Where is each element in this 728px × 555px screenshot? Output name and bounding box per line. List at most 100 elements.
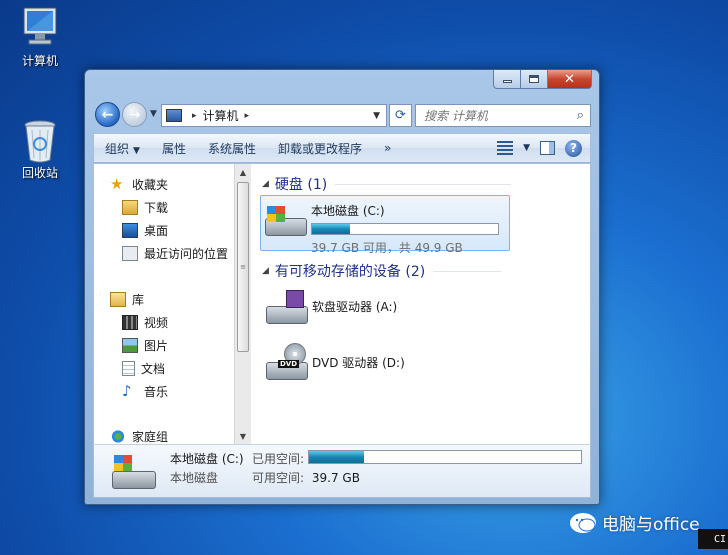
nav-pane-scrollbar[interactable]: ▲ ≡ ▼: [234, 164, 251, 444]
close-icon: ✕: [564, 71, 575, 87]
back-button[interactable]: ←: [95, 102, 120, 127]
drive-c-tile[interactable]: 本地磁盘 (C:) 39.7 GB 可用，共 49.9 GB: [260, 195, 510, 255]
drive-name: 软盘驱动器 (A:): [312, 300, 398, 314]
forward-button[interactable]: →: [122, 102, 147, 127]
forward-arrow-icon: →: [128, 106, 141, 123]
search-box[interactable]: ⌕: [415, 104, 591, 127]
nav-item-videos[interactable]: 视频: [122, 312, 168, 332]
uninstall-program-button[interactable]: 卸载或更改程序: [267, 140, 373, 157]
nav-item-music[interactable]: ♪ 音乐: [122, 381, 168, 401]
details-free-label: 可用空间: 39.7 GB: [252, 469, 360, 486]
chevron-down-icon: ▼: [133, 145, 140, 156]
computer-icon: [20, 6, 60, 50]
drive-name: DVD 驱动器 (D:): [312, 356, 405, 370]
breadcrumb-separator[interactable]: ▸: [192, 111, 197, 121]
properties-label: 属性: [161, 141, 186, 156]
refresh-button[interactable]: ⟳: [389, 104, 412, 127]
details-free-value: 39.7 GB: [311, 471, 360, 485]
drive-capacity-fill: [312, 224, 350, 234]
nav-item-desktop[interactable]: 桌面: [122, 220, 168, 240]
details-free-label-text: 可用空间:: [252, 471, 305, 485]
recent-pages-dropdown[interactable]: ▼: [150, 109, 157, 119]
nav-item-recent-places[interactable]: 最近访问的位置: [122, 243, 228, 263]
nav-item-homegroup[interactable]: 家庭组: [110, 426, 168, 444]
group-divider: [335, 183, 512, 185]
uninstall-program-label: 卸载或更改程序: [277, 141, 362, 156]
group-header-removable[interactable]: ◢ 有可移动存储的设备 (2): [262, 261, 502, 281]
address-dropdown-icon[interactable]: ▼: [373, 111, 380, 121]
search-input[interactable]: [424, 108, 577, 123]
chevron-down-icon: ▼: [150, 109, 157, 119]
nav-item-libraries[interactable]: 库: [110, 289, 144, 309]
change-view-icon[interactable]: [497, 141, 514, 155]
nav-item-label: 最近访问的位置: [144, 246, 229, 261]
back-arrow-icon: ←: [101, 106, 114, 123]
libraries-folder-icon: [110, 291, 126, 307]
minimize-icon: [502, 80, 512, 83]
recycle-bin-icon: [20, 118, 60, 163]
watermark: 电脑与office: [570, 510, 700, 535]
organize-menu[interactable]: 组织 ▼: [94, 140, 151, 157]
details-drive-name: 本地磁盘 (C:): [170, 452, 244, 466]
address-row: ← → ▼ ▸ 计算机 ▸ ▼ ⟳ ⌕: [93, 101, 591, 129]
desktop-icon-computer[interactable]: 计算机: [10, 6, 70, 69]
document-icon: [122, 360, 135, 376]
nav-item-pictures[interactable]: 图片: [122, 335, 168, 355]
scrollbar-thumb[interactable]: ≡: [237, 182, 249, 352]
music-note-icon: ♪: [122, 381, 132, 400]
scroll-up-icon[interactable]: ▲: [235, 164, 251, 180]
dvd-drive-icon: DVD: [262, 340, 312, 384]
breadcrumb-computer[interactable]: 计算机: [203, 107, 239, 124]
close-button[interactable]: ✕: [548, 70, 592, 89]
desktop-icon: [122, 222, 138, 238]
nav-item-label: 下载: [144, 200, 169, 215]
windows-logo-icon: [267, 206, 285, 222]
floppy-drive-icon: [262, 284, 312, 328]
recent-places-icon: [122, 245, 138, 261]
address-bar[interactable]: ▸ 计算机 ▸ ▼: [161, 104, 387, 127]
caption-buttons: ✕: [493, 70, 592, 89]
details-pane: 本地磁盘 (C:) 本地磁盘 已用空间: 可用空间: 39.7 GB: [93, 444, 591, 498]
nav-item-label: 库: [132, 292, 145, 307]
nav-item-label: 家庭组: [132, 429, 169, 444]
drive-d-tile[interactable]: DVD DVD 驱动器 (D:): [262, 340, 462, 388]
content-area: ★ 收藏夹 下载 桌面 最近访问的位置 库 视频 图片 文档 ♪ 音乐 家庭组 …: [93, 164, 591, 444]
nav-item-favorites[interactable]: ★ 收藏夹: [110, 174, 168, 194]
breadcrumb-separator[interactable]: ▸: [245, 111, 250, 121]
explorer-window: ✕ ← → ▼ ▸ 计算机 ▸ ▼ ⟳ ⌕ 组织▼: [84, 69, 600, 505]
properties-button[interactable]: 属性: [151, 140, 197, 157]
scroll-down-icon[interactable]: ▼: [235, 428, 251, 444]
nav-item-label: 文档: [141, 361, 166, 376]
collapse-triangle-icon[interactable]: ◢: [262, 266, 269, 276]
system-properties-button[interactable]: 系统属性: [197, 140, 267, 157]
drive-capacity-bar: [311, 223, 499, 235]
details-used-label: 已用空间:: [252, 452, 305, 466]
search-icon[interactable]: ⌕: [577, 108, 584, 123]
desktop-icon-label: 回收站: [21, 166, 58, 180]
preview-pane-icon[interactable]: [540, 141, 555, 155]
refresh-icon: ⟳: [395, 108, 406, 123]
help-icon[interactable]: ?: [565, 139, 582, 157]
desktop-icon-label: 计算机: [21, 54, 58, 68]
corner-tag: CI: [698, 529, 728, 549]
group-header-hard-disks[interactable]: ◢ 硬盘 (1): [262, 174, 512, 194]
nav-item-documents[interactable]: 文档: [122, 358, 165, 378]
drive-a-tile[interactable]: 软盘驱动器 (A:): [262, 284, 462, 332]
star-icon: ★: [110, 174, 124, 193]
nav-item-label: 图片: [144, 338, 169, 353]
nav-item-label: 收藏夹: [132, 177, 169, 192]
homegroup-icon: [110, 428, 126, 444]
maximize-button[interactable]: [521, 70, 548, 89]
command-bar: 组织 ▼ 属性 系统属性 卸载或更改程序 » ▼ ?: [93, 133, 591, 163]
nav-item-label: 音乐: [144, 384, 169, 399]
dvd-label-icon: DVD: [278, 360, 300, 368]
view-options-dropdown-icon[interactable]: ▼: [523, 143, 530, 153]
minimize-button[interactable]: [493, 70, 521, 89]
more-commands-button[interactable]: »: [373, 141, 402, 155]
collapse-triangle-icon[interactable]: ◢: [262, 179, 269, 189]
maximize-icon: [529, 75, 539, 83]
hard-drive-icon: [261, 196, 311, 240]
desktop-icon-recycle-bin[interactable]: 回收站: [10, 118, 70, 181]
nav-item-downloads[interactable]: 下载: [122, 197, 168, 217]
video-icon: [122, 314, 138, 330]
